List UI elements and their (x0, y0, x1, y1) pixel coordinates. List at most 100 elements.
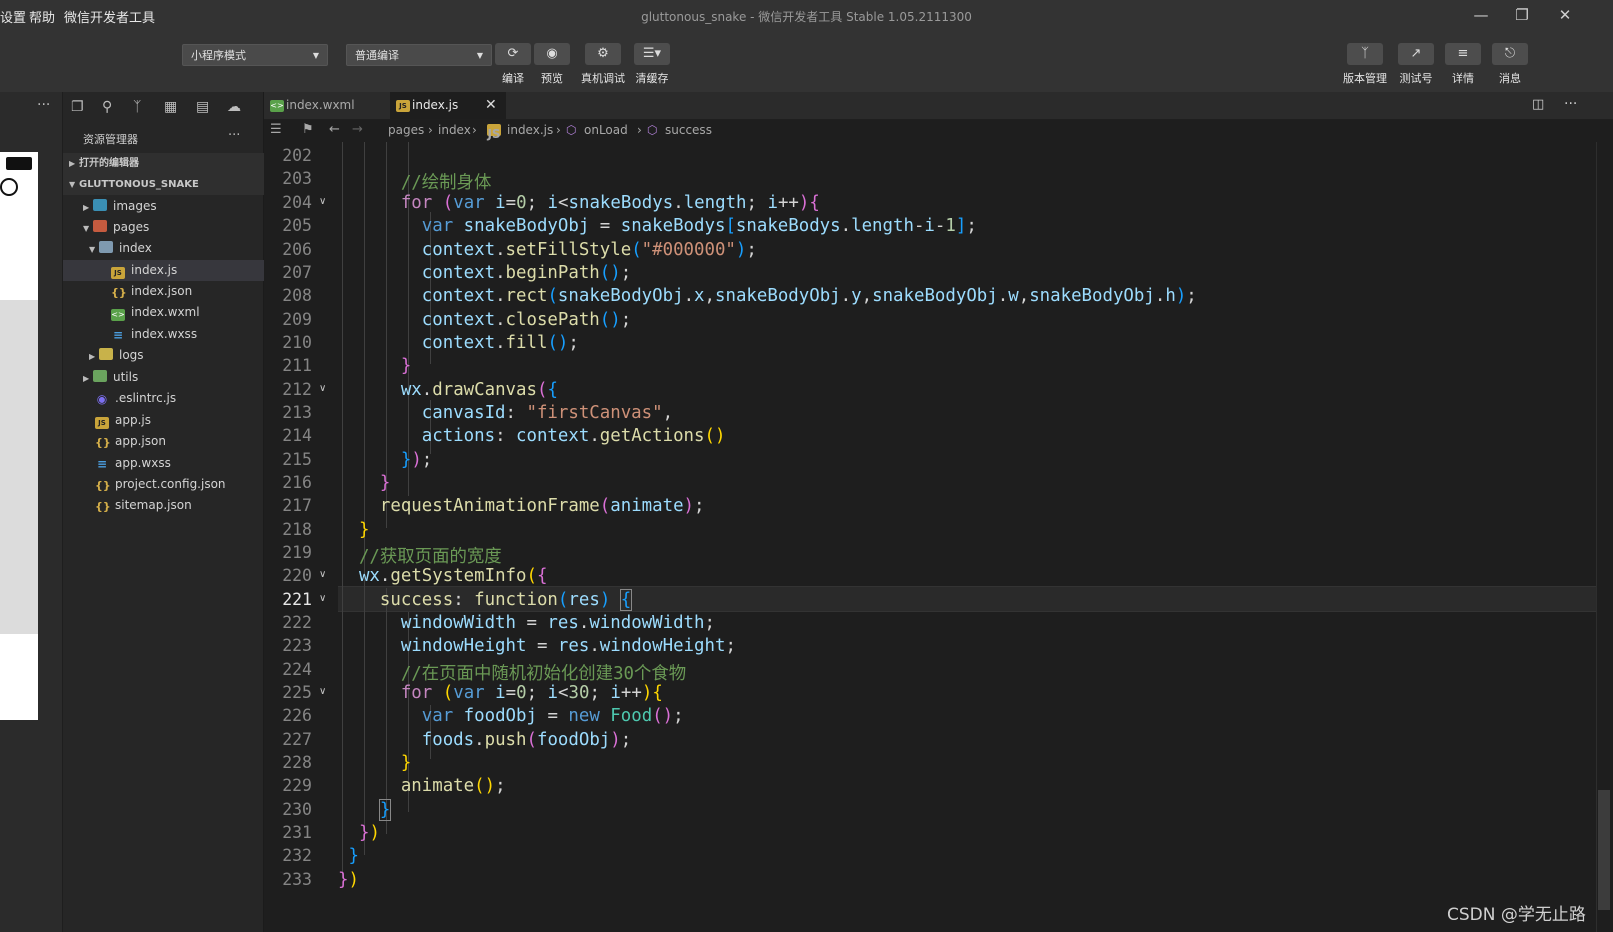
tree-item-project-config[interactable]: {} project.config.json (63, 474, 295, 495)
close-tab-icon[interactable]: ✕ (485, 92, 497, 119)
section-label: 打开的编辑器 (79, 158, 139, 169)
js-file-icon: JS (111, 267, 125, 279)
project-section[interactable]: ▼ GLUTTONOUS_SNAKE (63, 174, 269, 195)
breadcrumb-item[interactable]: onLoad (584, 120, 628, 140)
line-number: 225 (282, 683, 312, 702)
folder-open-icon (99, 241, 113, 253)
search-icon[interactable]: ⚲ (102, 99, 112, 115)
restore-icon[interactable]: ❐ (1507, 4, 1537, 26)
external-link-icon[interactable]: ↗ (1398, 43, 1434, 65)
open-editors-section[interactable]: ▶ 打开的编辑器 (63, 153, 269, 174)
tree-item-eslintrc[interactable]: ◉ .eslintrc.js (63, 388, 295, 409)
tree-item-logs[interactable]: ▶ logs (63, 345, 289, 366)
chevron-right-icon: › (637, 123, 642, 137)
line-number: 233 (282, 870, 312, 889)
breadcrumb-item[interactable]: index (438, 120, 471, 140)
branch-icon[interactable]: ᛉ (1347, 43, 1383, 65)
code-line: canvasId: "firstCanvas", (421, 403, 674, 423)
outline-icon[interactable]: ☰ (270, 120, 282, 140)
messages-button-label[interactable]: 消息 (1482, 70, 1538, 86)
tree-item-utils[interactable]: ▶ utils (63, 367, 283, 388)
folder-icon (99, 348, 113, 360)
cloud-icon[interactable]: ☁ (227, 99, 241, 115)
eye-icon[interactable]: ◉ (534, 43, 570, 65)
scrollbar-thumb[interactable] (1598, 790, 1610, 910)
compile-select-value: 普通编译 (355, 49, 399, 62)
fold-chevron-icon[interactable]: ∨ (319, 686, 326, 697)
tab-index-wxml[interactable]: <> index.wxml (264, 92, 390, 119)
code-editor[interactable] (264, 142, 1613, 932)
tree-item-sitemap[interactable]: {} sitemap.json (63, 495, 295, 516)
bookmark-icon[interactable]: ⚑ (302, 120, 314, 140)
debug-icon[interactable]: ▤ (196, 99, 209, 115)
json-file-icon: {} (95, 479, 111, 492)
bug-icon[interactable]: ⚙ (585, 43, 621, 65)
section-label: GLUTTONOUS_SNAKE (79, 179, 199, 190)
tree-item-label: images (113, 199, 157, 213)
compile-select[interactable]: 普通编译 ▼ (346, 44, 492, 66)
line-number: 218 (282, 520, 312, 539)
fold-chevron-icon[interactable]: ∨ (319, 593, 326, 604)
line-number: 227 (282, 730, 312, 749)
back-icon[interactable]: ← (329, 120, 340, 140)
explorer-more-button[interactable]: ··· (228, 128, 240, 143)
code-line: }) (358, 823, 380, 843)
layers-icon[interactable]: ☰▾ (634, 43, 670, 65)
folder-icon (93, 199, 107, 211)
tree-item-app-wxss[interactable]: ≡ app.wxss (63, 453, 295, 474)
clear-cache-button-label[interactable]: 清缓存 (624, 70, 680, 86)
fold-chevron-icon[interactable]: ∨ (319, 196, 326, 207)
chevron-right-icon: ▶ (69, 159, 76, 168)
breadcrumb-item[interactable]: success (665, 120, 712, 140)
code-line: context.rect(snakeBodyObj.x,snakeBodyObj… (421, 286, 1197, 306)
bell-icon[interactable]: ⎋ (1492, 43, 1528, 65)
chevron-right-icon: ▶ (89, 352, 96, 361)
tree-item-pages[interactable]: ▼ pages (63, 217, 283, 238)
more-icon[interactable]: ··· (37, 97, 50, 113)
remote-debug-button-label[interactable]: 真机调试 (575, 70, 631, 86)
tree-item-images[interactable]: ▶ images (63, 196, 283, 217)
line-number: 205 (282, 216, 312, 235)
breadcrumb-item[interactable]: index.js (507, 120, 553, 140)
tree-item-app-js[interactable]: JS app.js (63, 410, 295, 431)
method-icon: ⬡ (566, 123, 577, 137)
code-line: context.fill(); (421, 333, 579, 353)
code-line: context.closePath(); (421, 310, 632, 330)
preview-button-label[interactable]: 预览 (524, 70, 580, 86)
tree-item-app-json[interactable]: {} app.json (63, 431, 295, 452)
more-actions-icon[interactable]: ··· (1564, 96, 1577, 112)
mode-select-value: 小程序模式 (191, 49, 246, 62)
chevron-down-icon: ▼ (83, 224, 90, 233)
source-control-icon[interactable]: ᛉ (133, 99, 141, 115)
minimize-icon[interactable]: — (1466, 4, 1496, 26)
code-line: animate(); (400, 776, 506, 796)
files-icon[interactable]: ❐ (71, 99, 84, 115)
forward-icon[interactable]: → (352, 120, 363, 140)
js-file-icon: JS (95, 417, 109, 429)
line-number: 217 (282, 496, 312, 515)
breadcrumb-item[interactable]: pages (388, 120, 424, 140)
version-button-label[interactable]: 版本管理 (1337, 70, 1393, 86)
extensions-icon[interactable]: ▦ (164, 99, 177, 115)
tree-item-label: index (119, 241, 152, 255)
code-line: var snakeBodyObj = snakeBodys[snakeBodys… (421, 216, 977, 236)
refresh-icon[interactable]: ⟳ (495, 43, 531, 65)
fold-chevron-icon[interactable]: ∨ (319, 383, 326, 394)
json-file-icon: {} (111, 286, 127, 299)
tree-item-index-folder[interactable]: ▼ index (63, 238, 289, 259)
code-line: //在页面中随机初始化创建30个食物 (400, 664, 687, 684)
line-number: 232 (282, 846, 312, 865)
record-icon[interactable] (0, 178, 18, 196)
json-file-icon: {} (95, 436, 111, 449)
tree-item-label: index.js (131, 263, 178, 277)
chevron-right-icon: › (428, 123, 433, 137)
chevron-down-icon: ▼ (312, 51, 319, 60)
tree-item-label: index.json (131, 284, 193, 298)
split-editor-icon[interactable]: ◫ (1532, 97, 1544, 112)
line-number: 203 (282, 169, 312, 188)
fold-chevron-icon[interactable]: ∨ (319, 569, 326, 580)
close-icon[interactable]: ✕ (1550, 4, 1580, 26)
code-line: for (var i=0; i<snakeBodys.length; i++){ (400, 193, 820, 213)
menu-icon[interactable]: ≡ (1445, 43, 1481, 65)
mode-select[interactable]: 小程序模式 ▼ (182, 44, 328, 66)
